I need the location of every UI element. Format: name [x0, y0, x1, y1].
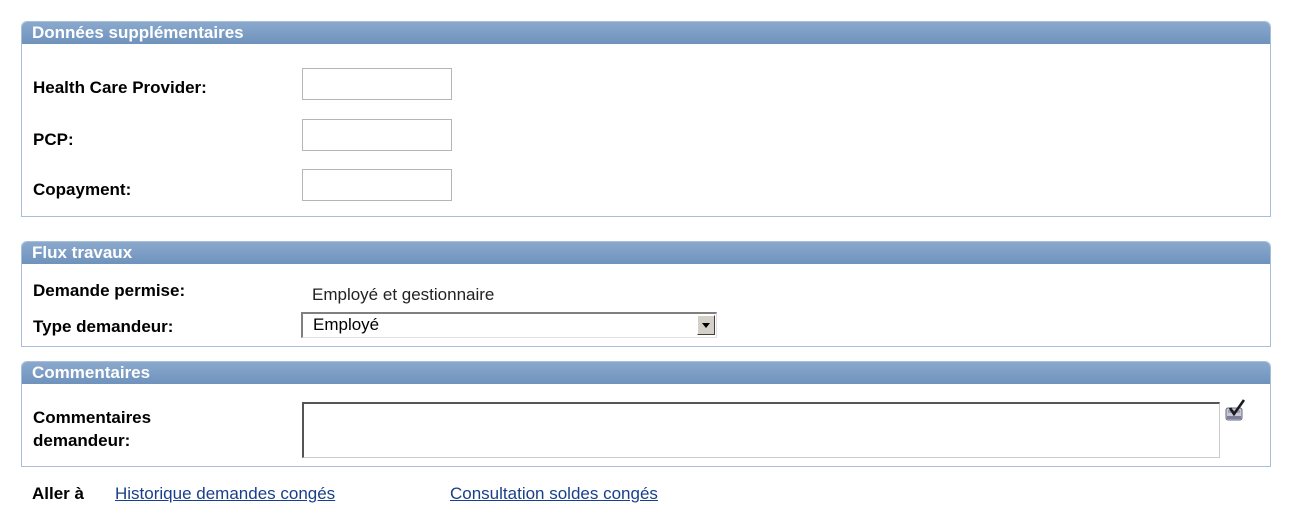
health-care-provider-label: Health Care Provider:: [33, 78, 207, 97]
requester-type-select[interactable]: Employé: [301, 312, 717, 338]
leave-balance-inquiry-link[interactable]: Consultation soldes congés: [450, 484, 658, 504]
comments-label-line1: Commentaires: [33, 408, 152, 427]
request-allowed-label: Demande permise:: [33, 281, 186, 300]
requester-type-label: Type demandeur:: [33, 317, 174, 336]
pcp-label: PCP:: [33, 130, 74, 149]
request-allowed-value: Employé et gestionnaire: [312, 285, 495, 304]
copayment-input[interactable]: [302, 169, 452, 201]
requester-comments-textarea[interactable]: [302, 402, 1220, 458]
requester-type-selected: Employé: [313, 315, 380, 334]
workflow-section: Flux travaux Demande permise: Employé et…: [21, 241, 1271, 347]
spell-check-icon[interactable]: [1222, 398, 1248, 424]
extra-data-header: Données supplémentaires: [22, 22, 1270, 44]
leave-request-history-link[interactable]: Historique demandes congés: [115, 484, 335, 504]
copayment-label: Copayment:: [33, 180, 132, 199]
health-care-provider-input[interactable]: [302, 68, 452, 100]
goto-label: Aller à: [32, 484, 84, 503]
chevron-down-icon[interactable]: [697, 315, 715, 335]
comments-header: Commentaires: [22, 362, 1270, 384]
extra-data-section: Données supplémentaires Health Care Prov…: [21, 21, 1271, 217]
pcp-input[interactable]: [302, 119, 452, 151]
comments-section: Commentaires Commentaires demandeur:: [21, 361, 1271, 467]
workflow-header: Flux travaux: [22, 242, 1270, 264]
comments-label-line2: demandeur:: [33, 431, 131, 450]
